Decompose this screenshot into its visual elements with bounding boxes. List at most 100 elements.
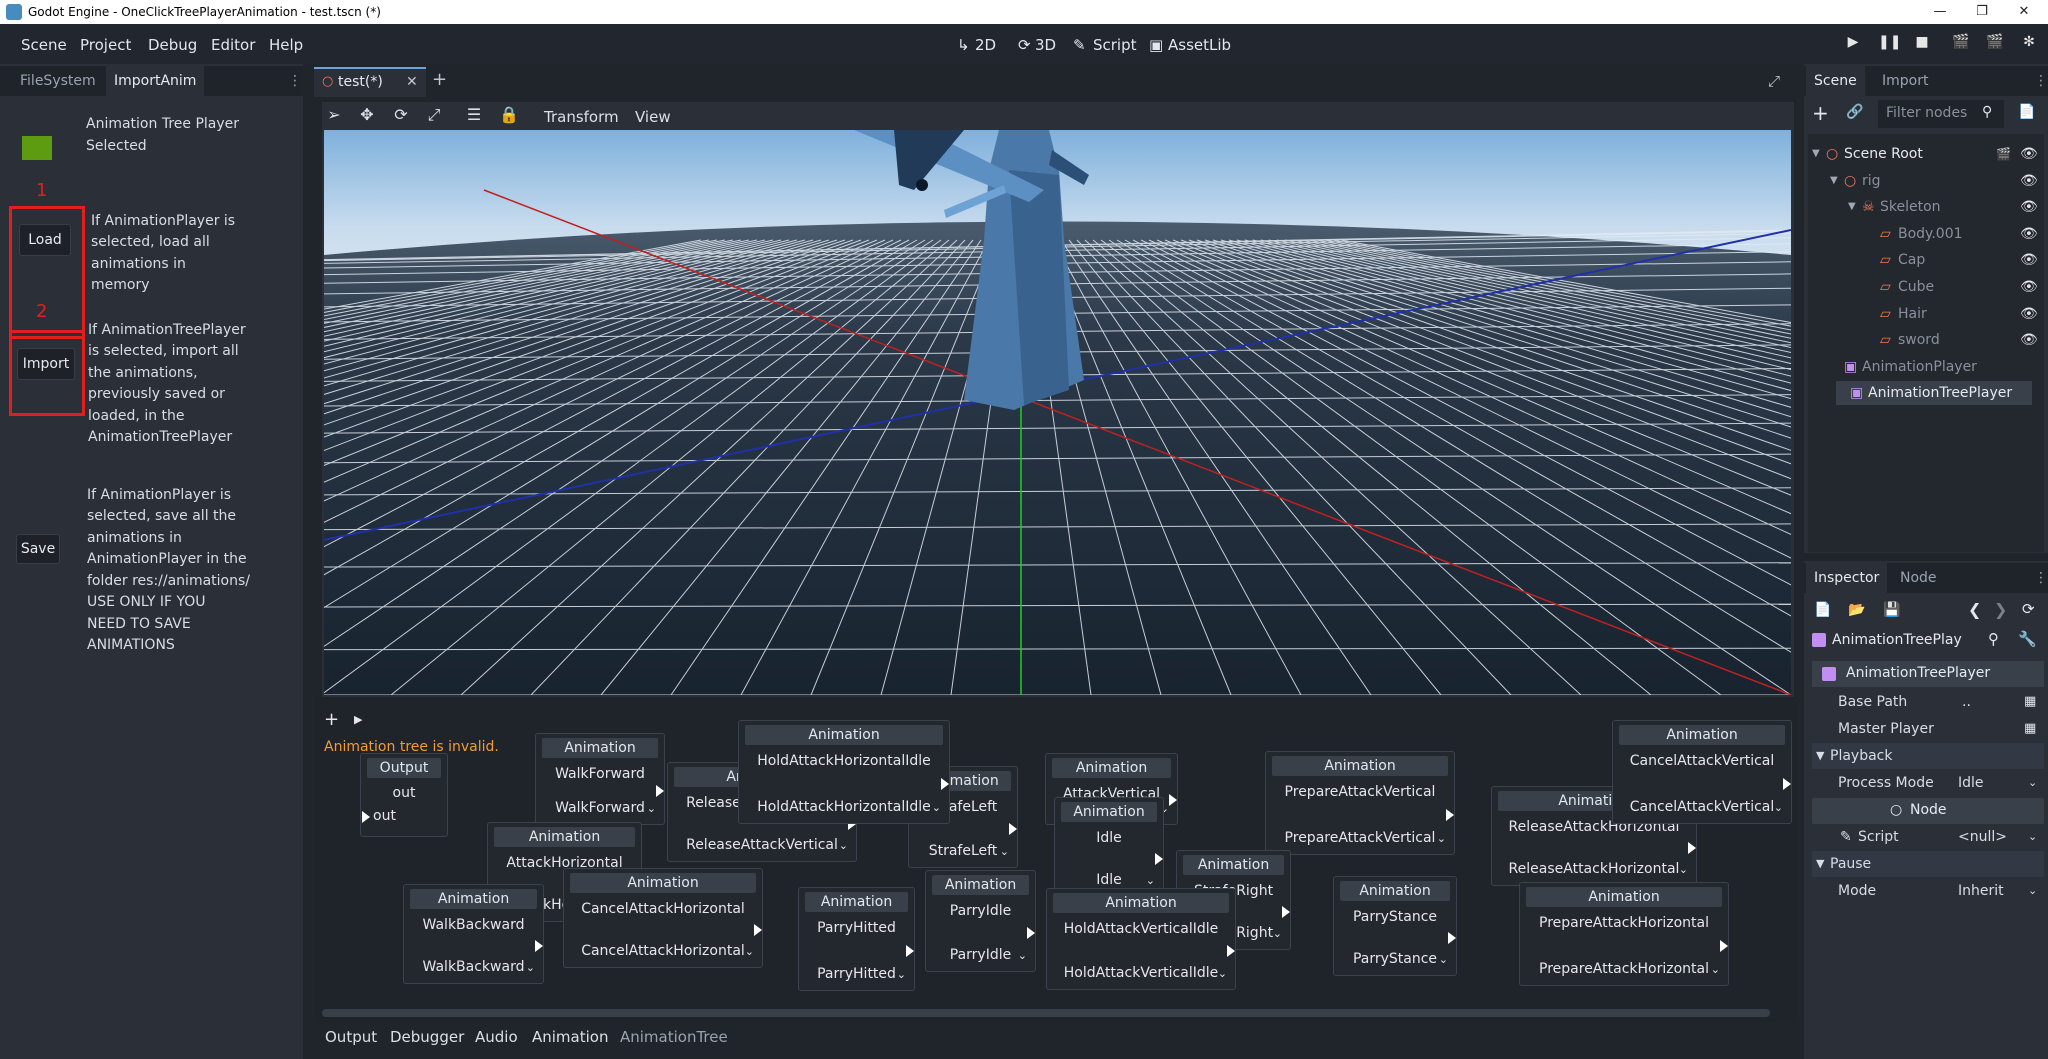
chevron-down-icon[interactable]: ⌄ <box>1018 949 1027 962</box>
chevron-down-icon[interactable]: ⌄ <box>1437 832 1446 845</box>
clapper-icon[interactable]: 🎬 <box>1996 142 2011 166</box>
attach-script-icon[interactable]: 📄 <box>2018 104 2035 120</box>
new-resource-icon[interactable]: 📄 <box>1814 602 1831 618</box>
view-menu[interactable]: View <box>635 108 671 126</box>
output-port[interactable] <box>1448 932 1456 944</box>
graph-node-holdattackhorizontalidle[interactable]: Animation HoldAttackHorizontalIdle HoldAtt… <box>738 720 950 824</box>
visibility-eye-icon[interactable]: 👁 <box>2020 169 2038 193</box>
visibility-eye-icon[interactable]: 👁 <box>2020 275 2038 299</box>
visibility-eye-icon[interactable]: 👁 <box>2020 142 2038 166</box>
scene-tree-item-skeleton[interactable]: ▼ ☠ Skeleton 👁 <box>1808 195 2044 219</box>
graph-node-idle[interactable]: Animation Idle Idle ⌄ <box>1054 797 1164 897</box>
graph-node-prepareattackvertical[interactable]: Animation PrepareAttackVertical PrepareAtt… <box>1265 751 1455 855</box>
dock-menu-icon[interactable]: ⋮ <box>288 73 302 89</box>
animation-select[interactable]: ParryStance <box>1334 951 1456 967</box>
visibility-eye-icon[interactable]: 👁 <box>2020 328 2038 352</box>
chevron-down-icon[interactable]: ▼ <box>1848 195 1856 219</box>
menu-debug[interactable]: Debug <box>148 36 197 54</box>
graph-node-walkbackward[interactable]: Animation WalkBackward WalkBackward ⌄ <box>403 884 544 984</box>
minimize-icon[interactable]: — <box>1920 1 1960 23</box>
chevron-down-icon[interactable]: ▼ <box>1830 169 1838 193</box>
inspector-search-icon[interactable]: ⚲ <box>1988 630 1999 648</box>
distraction-free-icon[interactable]: ⤢ <box>1768 72 1780 90</box>
output-port[interactable] <box>906 945 914 957</box>
scene-tree-item-sword[interactable]: ▱ sword 👁 <box>1808 328 2044 352</box>
pause-icon[interactable]: ❚❚ <box>1878 34 1901 54</box>
chevron-down-icon[interactable]: ⌄ <box>1218 967 1227 980</box>
chevron-down-icon[interactable]: ⌄ <box>745 945 754 958</box>
chevron-down-icon[interactable]: ⌄ <box>1439 953 1448 966</box>
scene-dock-menu-icon[interactable]: ⋮ <box>2034 73 2048 89</box>
output-port[interactable] <box>1155 853 1163 865</box>
tab-importanim[interactable]: ImportAnim <box>106 66 205 96</box>
input-port[interactable] <box>362 811 370 823</box>
prop-script-value[interactable]: <null> <box>1958 824 2007 850</box>
output-port[interactable] <box>1169 794 1177 806</box>
prop-base-path-value[interactable]: .. <box>1962 689 1971 715</box>
tab-node[interactable]: Node <box>1892 563 1945 593</box>
menu-help[interactable]: Help <box>269 36 303 54</box>
nodepath-icon[interactable]: ▦ <box>2024 689 2036 715</box>
move-tool-icon[interactable]: ✥ <box>356 105 378 127</box>
lock-icon[interactable]: 🔒 <box>498 105 520 127</box>
output-port[interactable] <box>1446 809 1454 821</box>
chevron-down-icon[interactable]: ⌄ <box>839 839 848 852</box>
restore-icon[interactable]: ❐ <box>1962 1 2002 23</box>
chevron-down-icon[interactable]: ⌄ <box>2028 770 2037 796</box>
animation-select[interactable]: WalkForward <box>536 800 664 816</box>
graph-node-holdattackverticalidle[interactable]: Animation HoldAttackVerticalIdle HoldAttac… <box>1046 888 1236 990</box>
output-port[interactable] <box>1227 945 1235 957</box>
chevron-down-icon[interactable]: ⌄ <box>1679 863 1688 876</box>
tab-inspector[interactable]: Inspector <box>1806 563 1888 593</box>
add-tab-icon[interactable]: + <box>432 69 447 90</box>
workspace-3d[interactable]: 3D <box>1035 36 1056 54</box>
menu-project[interactable]: Project <box>80 36 131 54</box>
output-port[interactable] <box>1688 842 1696 854</box>
load-button[interactable]: Load <box>19 224 71 256</box>
section-playback[interactable]: ▼ Playback <box>1812 743 2044 769</box>
output-port[interactable] <box>1282 906 1290 918</box>
play-custom-scene-icon[interactable]: 🎬 <box>1985 34 2005 54</box>
scene-tree-item-rig[interactable]: ▼ ○ rig 👁 <box>1808 169 2044 193</box>
animation-select[interactable]: CancelAttackHorizontal <box>564 943 762 959</box>
bottom-tab-animation[interactable]: Animation <box>532 1028 608 1046</box>
transform-menu[interactable]: Transform <box>544 108 619 126</box>
scene-tree-item-animationtreeplayer[interactable]: ▣ AnimationTreePlayer <box>1836 381 2032 406</box>
history-forward-icon[interactable]: ❯ <box>1994 600 2007 619</box>
add-node-icon[interactable]: + <box>324 709 339 730</box>
scene-tree-item-scene-root[interactable]: ▼ ○ Scene Root 👁 🎬 <box>1808 142 2044 166</box>
workspace-script[interactable]: Script <box>1093 36 1137 54</box>
inspector-menu-icon[interactable]: ⋮ <box>2034 570 2048 586</box>
graph-node-prepareattackhorizontal[interactable]: Animation PrepareAttackHorizontal PrepareA… <box>1519 882 1729 986</box>
chevron-down-icon[interactable]: ⌄ <box>1774 801 1783 814</box>
save-button[interactable]: Save <box>16 534 60 564</box>
animation-select[interactable]: PrepareAttackHorizontal <box>1520 961 1728 977</box>
prop-process-mode-value[interactable]: Idle <box>1958 770 1984 796</box>
play-scene-icon[interactable]: 🎬 <box>1951 34 1971 54</box>
output-port[interactable] <box>1027 927 1035 939</box>
chevron-down-icon[interactable]: ⌄ <box>1146 874 1155 887</box>
visibility-eye-icon[interactable]: 👁 <box>2020 302 2038 326</box>
rotate-tool-icon[interactable]: ⟳ <box>390 105 412 127</box>
output-port[interactable] <box>656 785 664 797</box>
bottom-tab-animationtree[interactable]: AnimationTree <box>620 1028 728 1046</box>
output-port[interactable] <box>941 778 949 790</box>
play-tree-icon[interactable]: ▶ <box>354 713 362 726</box>
output-port[interactable] <box>1783 778 1791 790</box>
scale-tool-icon[interactable]: ⤢ <box>423 105 445 127</box>
graph-node-parrystance[interactable]: Animation ParryStance ParryStance ⌄ <box>1333 876 1457 976</box>
prop-pause-mode-value[interactable]: Inherit <box>1958 878 2004 904</box>
output-port[interactable] <box>1720 940 1728 952</box>
bottom-tab-output[interactable]: Output <box>325 1028 377 1046</box>
save-resource-icon[interactable]: 💾 <box>1883 602 1900 618</box>
node-subresource-button[interactable]: ○ Node <box>1812 798 2044 824</box>
tab-scene[interactable]: Scene <box>1806 66 1865 96</box>
close-tab-icon[interactable]: ✕ <box>406 74 418 90</box>
scene-tree-item-hair[interactable]: ▱ Hair 👁 <box>1808 302 2044 326</box>
output-port[interactable] <box>535 940 543 952</box>
visibility-eye-icon[interactable]: 👁 <box>2020 248 2038 272</box>
scene-tree-item-body-001[interactable]: ▱ Body.001 👁 <box>1808 222 2044 246</box>
animation-select[interactable]: HoldAttackHorizontalIdle <box>739 799 949 815</box>
chevron-down-icon[interactable]: ⌄ <box>897 968 906 981</box>
section-pause[interactable]: ▼ Pause <box>1812 851 2044 877</box>
